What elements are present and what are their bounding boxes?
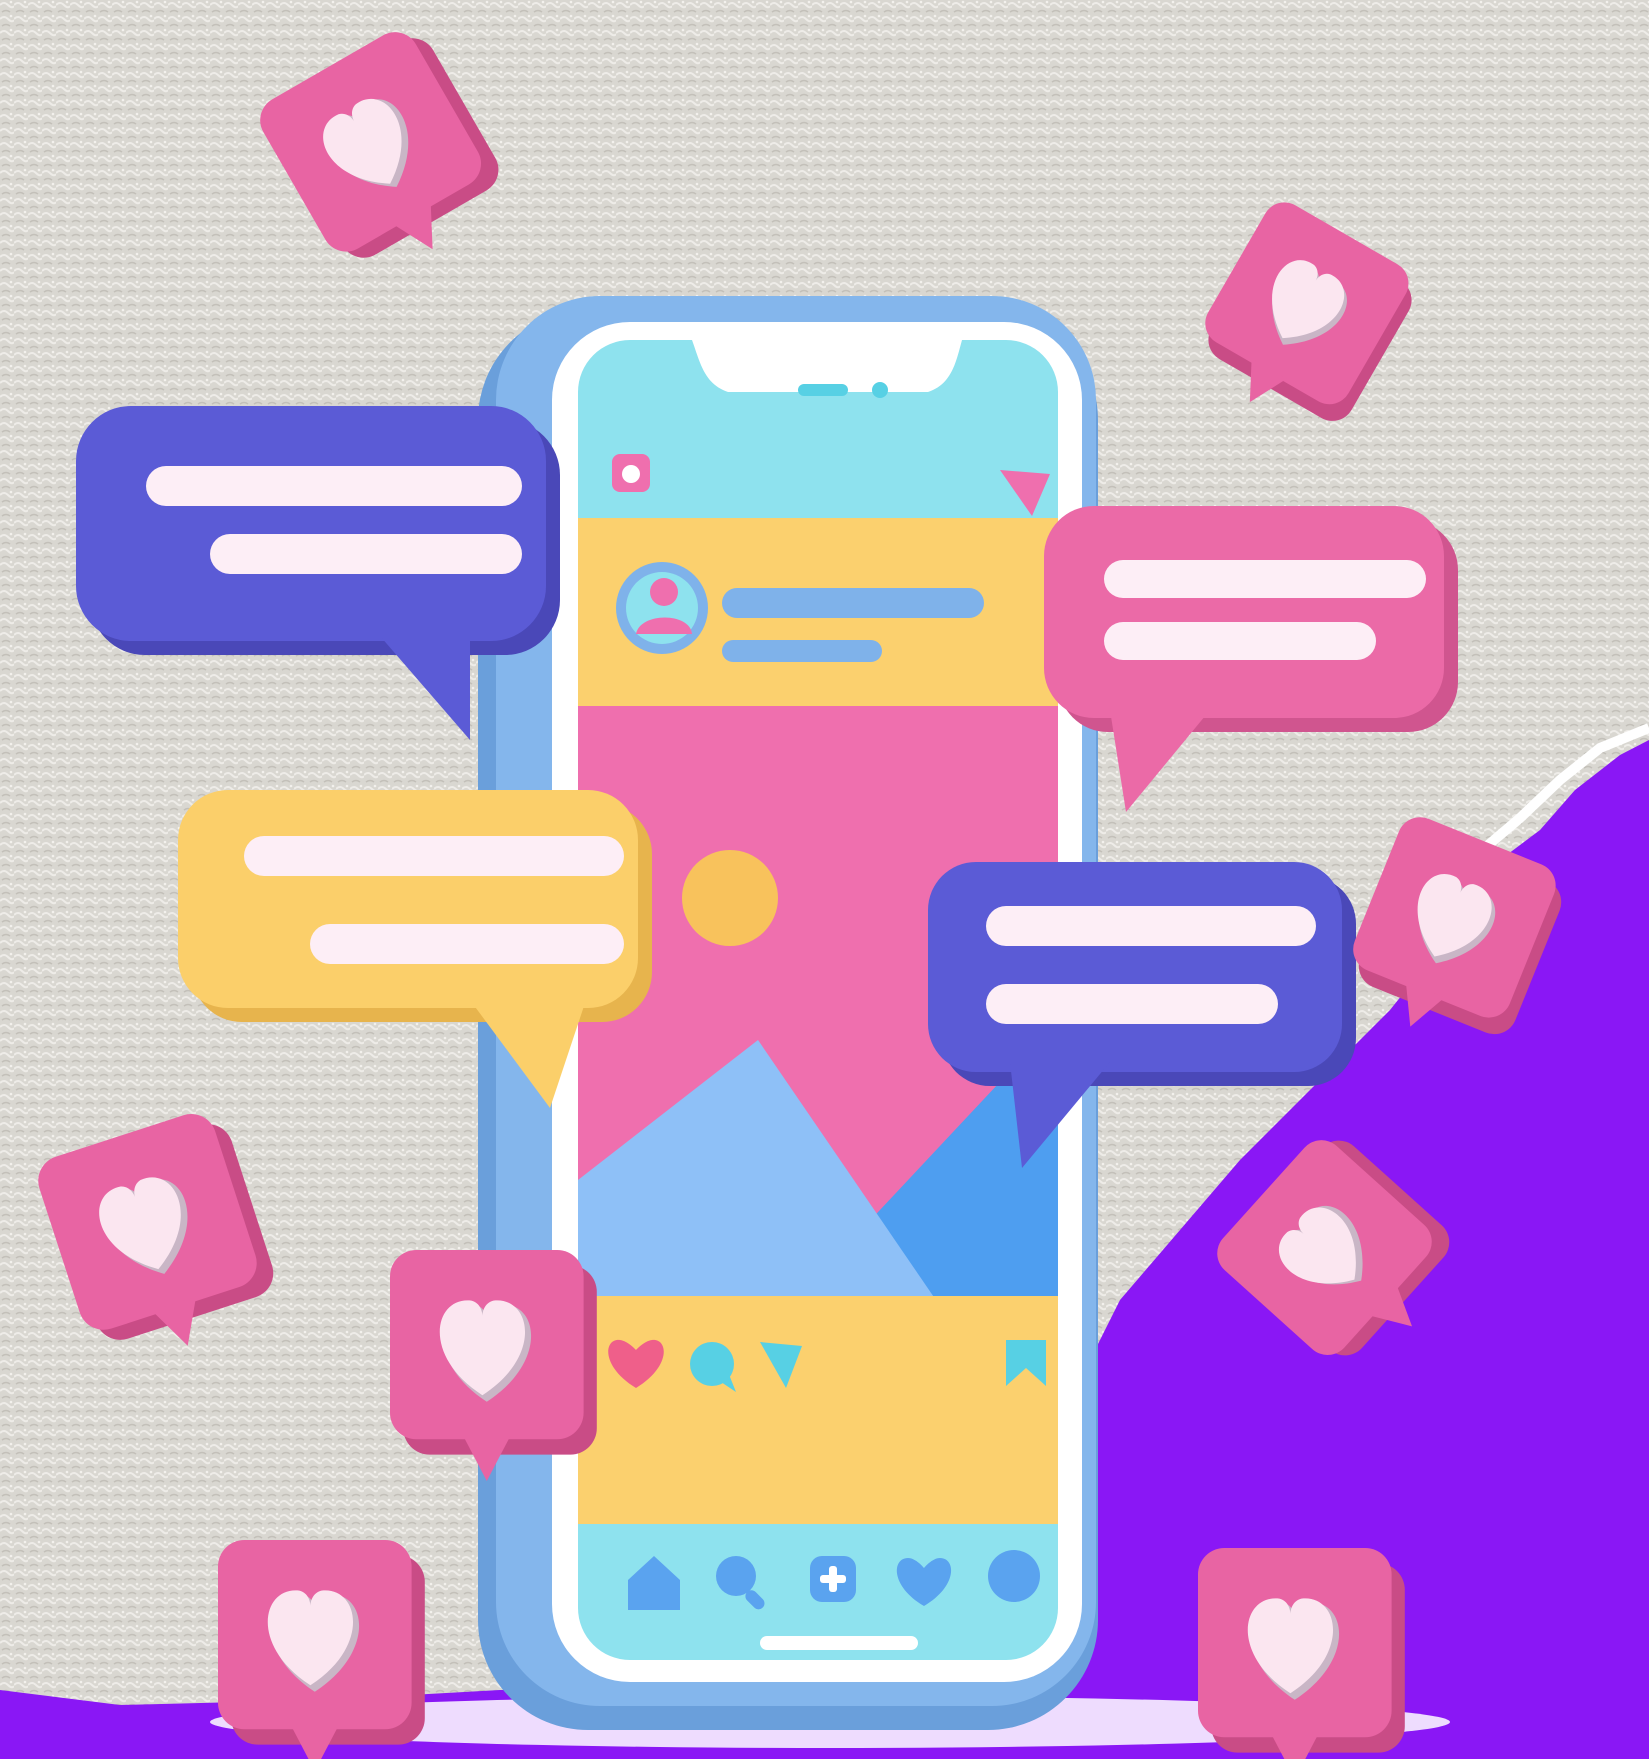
caption-line: [722, 640, 882, 662]
sun-shape: [682, 850, 778, 946]
home-indicator: [760, 1636, 918, 1650]
like-badge: [390, 1250, 597, 1481]
profile-icon[interactable]: [988, 1550, 1040, 1602]
speaker-slot: [798, 384, 848, 396]
like-badge: [218, 1540, 425, 1759]
illustration-stage: [0, 0, 1649, 1759]
camera-icon[interactable]: [612, 454, 650, 492]
front-camera: [872, 382, 888, 398]
post-actions-bar: [578, 1296, 1058, 1526]
avatar-icon[interactable]: [616, 562, 708, 654]
social-media-illustration: [0, 0, 1649, 1759]
username-line: [722, 588, 984, 618]
add-icon[interactable]: [810, 1556, 856, 1602]
like-badge: [1198, 1548, 1405, 1759]
